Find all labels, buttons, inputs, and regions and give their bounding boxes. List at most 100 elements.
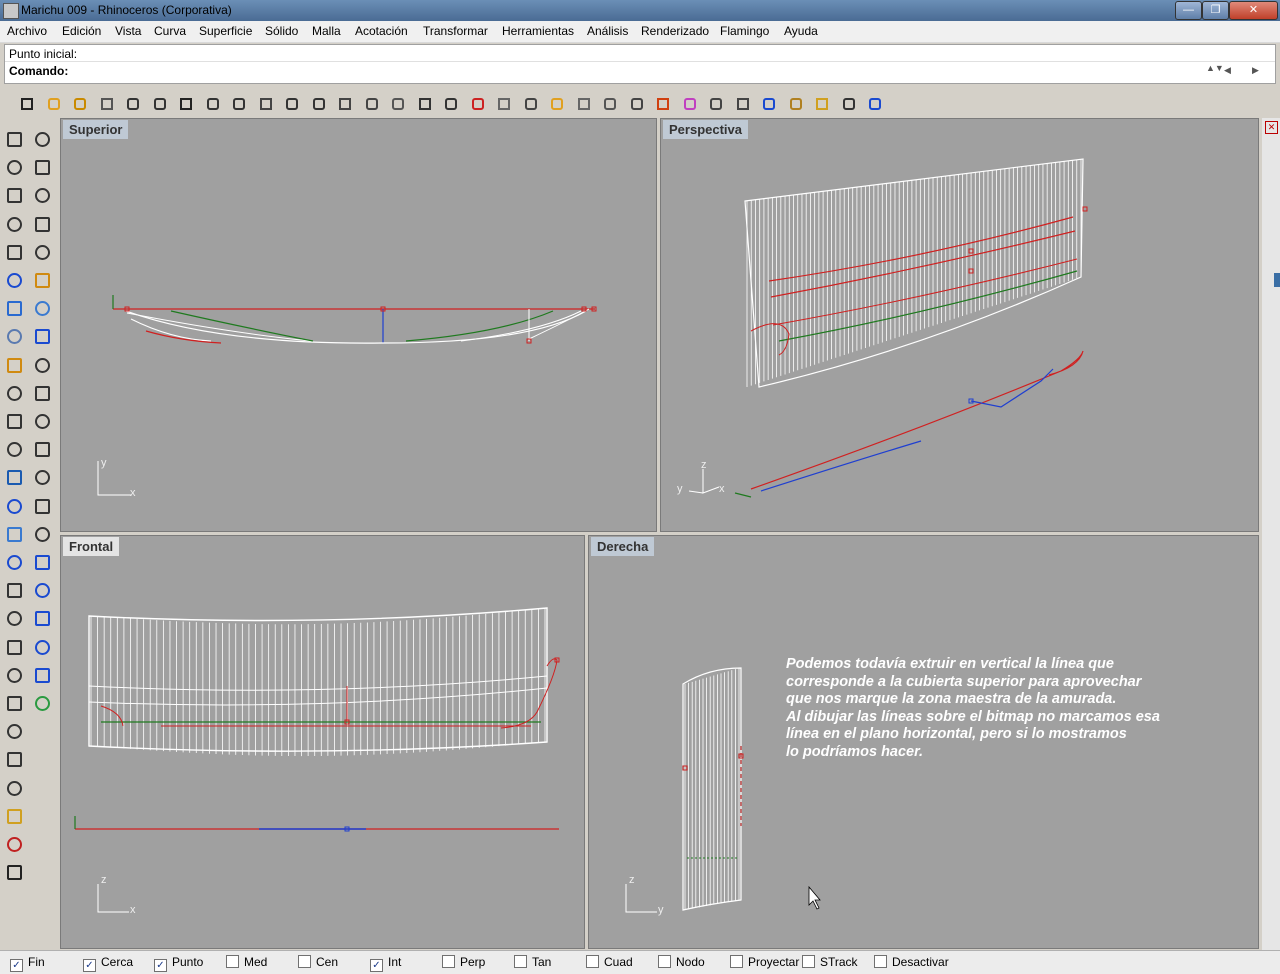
color-icon[interactable] bbox=[679, 93, 701, 115]
label-icon[interactable] bbox=[3, 777, 27, 801]
flat-view-icon[interactable] bbox=[31, 607, 55, 631]
sphere-icon[interactable] bbox=[31, 297, 55, 321]
close-panel-icon[interactable]: ✕ bbox=[1265, 121, 1278, 134]
cylinder-icon[interactable] bbox=[3, 325, 27, 349]
grid-view-icon[interactable] bbox=[31, 551, 55, 575]
pan-icon[interactable] bbox=[255, 93, 277, 115]
command-next-icon[interactable]: ▶ bbox=[1252, 65, 1259, 76]
box-icon[interactable] bbox=[3, 297, 27, 321]
render-icon[interactable] bbox=[493, 93, 515, 115]
project-icon[interactable] bbox=[31, 495, 55, 519]
osnap-checkbox[interactable] bbox=[658, 955, 671, 968]
viewport-front-title[interactable]: Frontal bbox=[63, 537, 120, 556]
surface-icon[interactable] bbox=[3, 269, 27, 293]
move-icon[interactable] bbox=[31, 664, 55, 688]
circle-icon[interactable] bbox=[3, 184, 27, 208]
curve-icon[interactable] bbox=[31, 156, 55, 180]
select-icon[interactable] bbox=[3, 128, 27, 152]
history-scroll-icon[interactable]: ▲▼ bbox=[1206, 63, 1224, 73]
zoom-selected-icon[interactable] bbox=[387, 93, 409, 115]
osnap-strack[interactable]: STrack bbox=[802, 955, 858, 969]
picture-icon[interactable] bbox=[31, 692, 55, 716]
menu-malla[interactable]: Malla bbox=[312, 24, 341, 38]
question-icon[interactable] bbox=[3, 720, 27, 744]
viewport-top-title[interactable]: Superior bbox=[63, 120, 129, 139]
xyz-icon[interactable] bbox=[3, 579, 27, 603]
tool-icon[interactable] bbox=[838, 93, 860, 115]
material-icon[interactable] bbox=[705, 93, 727, 115]
object-icon[interactable] bbox=[3, 833, 27, 857]
osnap-checkbox[interactable]: ✓ bbox=[10, 959, 23, 972]
lock-icon[interactable] bbox=[599, 93, 621, 115]
osnap-checkbox[interactable]: ✓ bbox=[83, 959, 96, 972]
angle-icon[interactable] bbox=[3, 664, 27, 688]
osnap-fin[interactable]: ✓ Fin bbox=[10, 955, 45, 972]
array-icon[interactable] bbox=[3, 495, 27, 519]
extrude-icon[interactable] bbox=[31, 269, 55, 293]
curve-analysis-icon[interactable] bbox=[3, 692, 27, 716]
panel-scroll-thumb[interactable] bbox=[1274, 273, 1280, 287]
menu-ayuda[interactable]: Ayuda bbox=[784, 24, 818, 38]
plane-icon[interactable] bbox=[31, 325, 55, 349]
zoom-extents-icon[interactable] bbox=[361, 93, 383, 115]
cplane-icon[interactable] bbox=[626, 93, 648, 115]
gear-icon[interactable] bbox=[3, 354, 27, 378]
menu-renderizado[interactable]: Renderizado bbox=[641, 24, 709, 38]
wand-icon[interactable] bbox=[785, 93, 807, 115]
rotate-view-icon[interactable] bbox=[281, 93, 303, 115]
ellipse-icon[interactable] bbox=[31, 184, 55, 208]
section-icon[interactable] bbox=[3, 748, 27, 772]
menu-superficie[interactable]: Superficie bbox=[199, 24, 252, 38]
menu-herramientas[interactable]: Herramientas bbox=[502, 24, 574, 38]
dimension-icon[interactable] bbox=[3, 551, 27, 575]
osnap-checkbox[interactable] bbox=[442, 955, 455, 968]
osnap-int[interactable]: ✓ Int bbox=[370, 955, 401, 972]
explode-icon[interactable] bbox=[31, 354, 55, 378]
zoom-window-icon[interactable] bbox=[334, 93, 356, 115]
rainbow-icon[interactable] bbox=[3, 805, 27, 829]
fillet-curve-icon[interactable] bbox=[31, 241, 55, 265]
open-icon[interactable] bbox=[43, 93, 65, 115]
polygon-icon[interactable] bbox=[3, 241, 27, 265]
rhino-app-icon[interactable] bbox=[3, 3, 19, 19]
osnap-checkbox[interactable] bbox=[586, 955, 599, 968]
command-prev-icon[interactable]: ◀ bbox=[1224, 65, 1231, 76]
menu-transformar[interactable]: Transformar bbox=[423, 24, 488, 38]
layer-icon[interactable] bbox=[652, 93, 674, 115]
osnap-checkbox[interactable] bbox=[514, 955, 527, 968]
osnap-checkbox[interactable]: ✓ bbox=[154, 959, 167, 972]
osnap-tan[interactable]: Tan bbox=[514, 955, 551, 969]
viewport-right-title[interactable]: Derecha bbox=[591, 537, 655, 556]
scale-icon[interactable] bbox=[546, 93, 568, 115]
close-button[interactable]: ✕ bbox=[1229, 1, 1278, 20]
osnap-cuad[interactable]: Cuad bbox=[586, 955, 633, 969]
osnap-cerca[interactable]: ✓ Cerca bbox=[83, 955, 133, 972]
viewport-perspective-title[interactable]: Perspectiva bbox=[663, 120, 748, 139]
osnap-checkbox[interactable] bbox=[226, 955, 239, 968]
osnap-checkbox[interactable]: ✓ bbox=[370, 959, 383, 972]
minimize-button[interactable]: — bbox=[1175, 1, 1202, 20]
osnap-med[interactable]: Med bbox=[226, 955, 267, 969]
maximize-button[interactable]: ❐ bbox=[1202, 1, 1229, 20]
split-icon[interactable] bbox=[31, 382, 55, 406]
viewport-right[interactable]: Derecha Podemos todavía extruir en verti… bbox=[588, 535, 1259, 949]
menu-acotacion[interactable]: Acotación bbox=[355, 24, 408, 38]
frame-icon[interactable] bbox=[31, 579, 55, 603]
help-icon[interactable] bbox=[864, 93, 886, 115]
print-icon[interactable] bbox=[96, 93, 118, 115]
osnap-checkbox[interactable] bbox=[802, 955, 815, 968]
new-icon[interactable] bbox=[16, 93, 38, 115]
viewport-perspective[interactable]: Perspectiva z x y bbox=[660, 118, 1259, 532]
osnap-proyectar[interactable]: Proyectar bbox=[730, 955, 799, 969]
menu-vista[interactable]: Vista bbox=[115, 24, 141, 38]
check-icon[interactable] bbox=[3, 861, 27, 885]
undo-icon[interactable] bbox=[228, 93, 250, 115]
snap-icon[interactable] bbox=[414, 93, 436, 115]
gumball-icon[interactable] bbox=[31, 636, 55, 660]
point-icon[interactable] bbox=[520, 93, 542, 115]
menu-flamingo[interactable]: Flamingo bbox=[720, 24, 769, 38]
distance-icon[interactable] bbox=[3, 636, 27, 660]
sun-icon[interactable] bbox=[811, 93, 833, 115]
trim-icon[interactable] bbox=[3, 382, 27, 406]
polyline-icon[interactable] bbox=[3, 156, 27, 180]
